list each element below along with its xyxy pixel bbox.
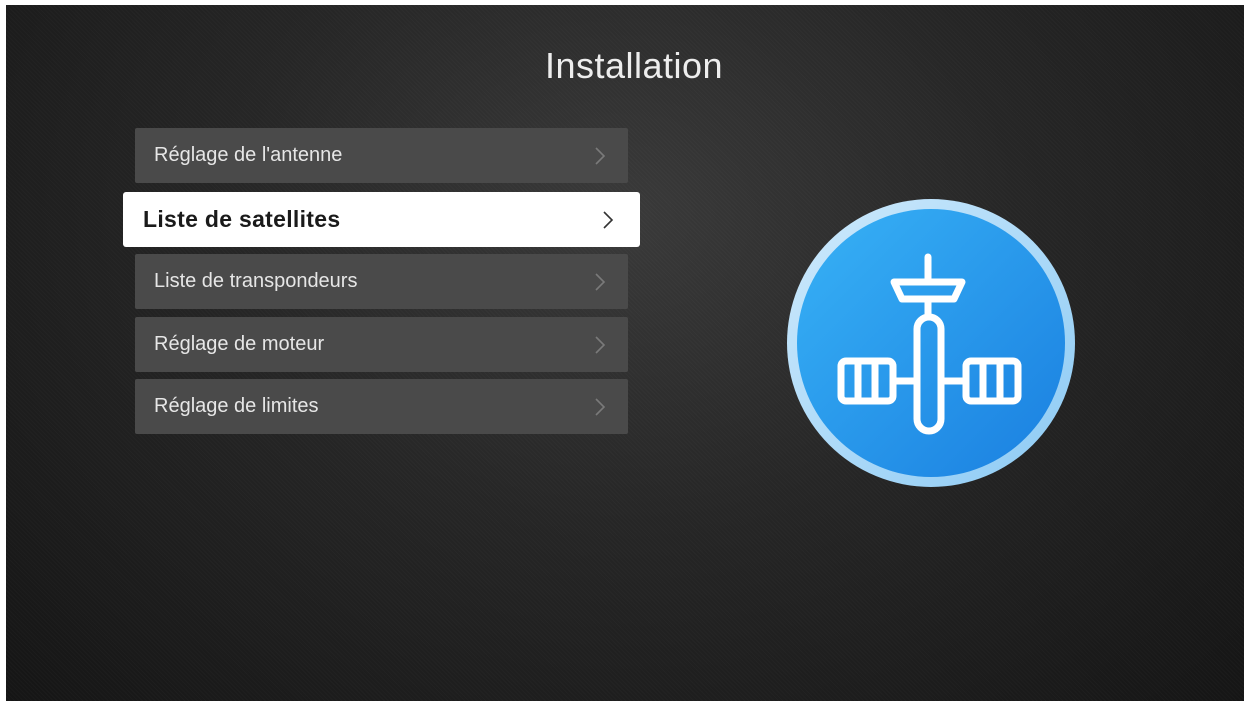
menu-item-label: Réglage de limites <box>154 395 319 417</box>
installation-screen: Installation Réglage de l'antenne Liste … <box>6 5 1244 701</box>
chevron-right-icon <box>595 397 606 416</box>
menu-item-motor-setup[interactable]: Réglage de moteur <box>135 317 628 372</box>
menu-item-label: Réglage de l'antenne <box>154 144 343 166</box>
chevron-right-icon <box>595 335 606 354</box>
chevron-right-icon <box>603 210 614 229</box>
menu-item-label: Réglage de moteur <box>154 333 325 355</box>
menu-item-transponder-list[interactable]: Liste de transpondeurs <box>135 254 628 309</box>
menu-item-satellite-list[interactable]: Liste de satellites <box>123 192 640 247</box>
chevron-right-icon <box>595 272 606 291</box>
page-title: Installation <box>544 45 724 86</box>
menu-item-label: Liste de satellites <box>143 206 341 232</box>
menu-item-limits-setup[interactable]: Réglage de limites <box>135 379 628 434</box>
menu-item-label: Liste de transpondeurs <box>154 270 358 292</box>
menu-item-antenna-setup[interactable]: Réglage de l'antenne <box>135 128 628 183</box>
satellite-icon <box>786 197 1076 489</box>
chevron-right-icon <box>595 146 606 165</box>
